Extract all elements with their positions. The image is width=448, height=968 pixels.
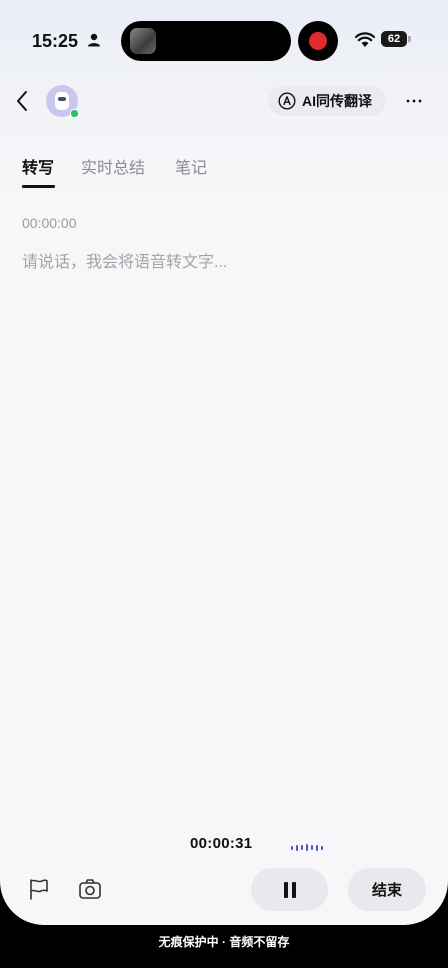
battery-indicator: 62 <box>381 31 411 49</box>
pause-button[interactable] <box>251 868 328 911</box>
record-dot-icon <box>309 32 327 50</box>
tab-transcribe[interactable]: 转写 <box>22 154 54 178</box>
ai-translate-label: AI同传翻译 <box>302 93 372 109</box>
chevron-left-icon[interactable] <box>12 88 34 114</box>
active-tab-indicator <box>22 185 55 188</box>
ai-translate-button[interactable]: AI同传翻译 <box>268 86 386 116</box>
battery-level: 62 <box>381 31 407 47</box>
status-bar: 15:25 62 <box>0 0 448 82</box>
transcript-timestamp: 00:00:00 <box>22 215 77 231</box>
end-recording-button[interactable]: 结束 <box>348 868 426 911</box>
person-icon <box>88 33 100 47</box>
tab-live-summary[interactable]: 实时总结 <box>81 154 145 178</box>
more-horizontal-icon[interactable] <box>405 98 423 104</box>
avatar[interactable] <box>46 85 79 118</box>
privacy-note: 无痕保护中 · 音频不留存 <box>158 935 290 949</box>
dynamic-island[interactable] <box>121 21 291 61</box>
live-activity-thumbnail <box>130 28 156 54</box>
wave-bar <box>311 845 313 851</box>
letter-a-circle-icon <box>278 92 296 110</box>
tab-notes[interactable]: 笔记 <box>175 154 207 178</box>
recording-elapsed-time: 00:00:31 <box>190 835 253 852</box>
app-screen: 15:25 62 AI同传翻译 转写 实时总结 笔记 00:00:00 请说话，… <box>0 0 448 925</box>
robot-visor <box>58 97 66 101</box>
status-time: 15:25 <box>32 31 79 51</box>
camera-icon[interactable] <box>78 878 102 900</box>
online-status-dot <box>70 109 79 118</box>
transcript-placeholder: 请说话，我会将语音转文字... <box>22 254 228 271</box>
wave-bar <box>306 844 308 852</box>
robot-avatar-icon <box>55 92 69 110</box>
wave-bar <box>291 845 293 850</box>
flag-icon[interactable] <box>28 878 50 900</box>
wave-bar <box>321 845 323 850</box>
audio-waveform <box>291 839 327 852</box>
recording-indicator[interactable] <box>298 21 338 61</box>
battery-cap <box>408 36 411 42</box>
wave-bar <box>316 844 318 851</box>
wave-bar <box>301 845 303 851</box>
wave-bar <box>296 844 298 851</box>
pause-icon <box>283 881 296 898</box>
wifi-icon <box>355 32 375 47</box>
